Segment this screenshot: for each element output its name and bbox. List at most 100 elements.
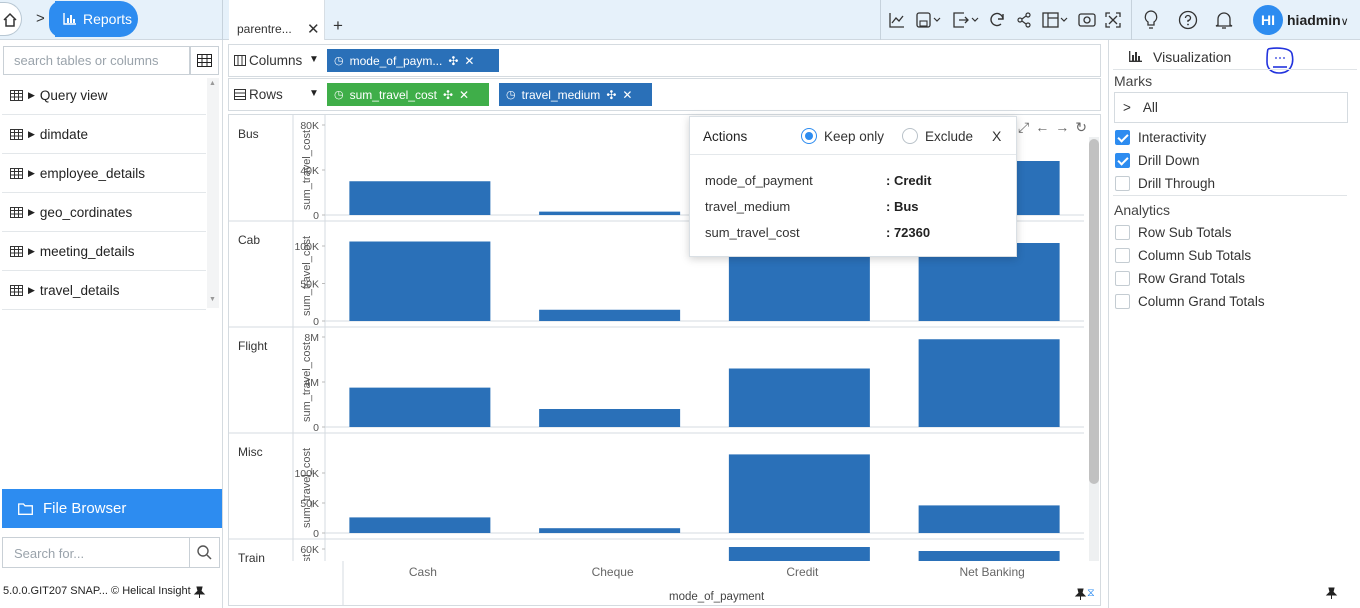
brand-text: © Helical Insight bbox=[111, 585, 191, 597]
row-header-label: Misc bbox=[238, 445, 263, 459]
table-item[interactable]: ▶ dimdate bbox=[2, 115, 206, 154]
file-browser-button[interactable]: File Browser bbox=[2, 489, 222, 528]
add-tab-icon[interactable]: + bbox=[333, 16, 343, 36]
chart-scroll-thumb[interactable] bbox=[1089, 139, 1099, 484]
help-icon[interactable] bbox=[1178, 10, 1198, 30]
table-icon bbox=[10, 245, 23, 257]
chart-type-icon[interactable] bbox=[889, 10, 905, 30]
move-icon[interactable]: ✣ bbox=[606, 88, 616, 102]
pin-icon[interactable] bbox=[1074, 588, 1087, 601]
popup-value: : 72360 bbox=[886, 225, 931, 240]
y-tick-label: 50K bbox=[300, 498, 319, 510]
caret-down-icon[interactable]: ▼ bbox=[309, 88, 319, 99]
line-chart-icon[interactable]: ⤢ bbox=[1018, 119, 1029, 136]
chart-icon bbox=[63, 13, 76, 25]
bar bbox=[349, 241, 491, 321]
row-sub-totals-checkbox[interactable] bbox=[1115, 225, 1130, 240]
move-icon[interactable]: ✣ bbox=[443, 88, 453, 102]
tab-report[interactable]: parentre... ✕ bbox=[229, 0, 325, 40]
table-item[interactable]: ▶ travel_details bbox=[2, 271, 206, 310]
chevron-right-icon: > bbox=[1123, 100, 1131, 115]
pin-icon[interactable] bbox=[1325, 587, 1338, 600]
divider bbox=[1113, 195, 1347, 196]
drill-through-checkbox[interactable] bbox=[1115, 176, 1130, 191]
y-tick-label: 40K bbox=[300, 165, 319, 177]
popup-header: Actions Keep only Exclude X bbox=[690, 117, 1016, 155]
lightbulb-icon[interactable] bbox=[1143, 10, 1159, 30]
search-icon bbox=[197, 545, 212, 560]
search-for-input[interactable]: Search for... bbox=[2, 537, 190, 568]
row-grand-totals-checkbox[interactable] bbox=[1115, 271, 1130, 286]
avatar[interactable]: HI bbox=[1253, 5, 1283, 35]
option-label[interactable]: Drill Down bbox=[1138, 153, 1200, 168]
search-tables-input[interactable]: search tables or columns bbox=[3, 46, 190, 75]
column-grand-totals-checkbox[interactable] bbox=[1115, 294, 1130, 309]
back-arrow-icon[interactable]: ← bbox=[1035, 119, 1049, 136]
marks-label: Marks bbox=[1114, 73, 1153, 89]
popup-key: mode_of_payment bbox=[705, 173, 813, 188]
chevron-down-icon: ∨ bbox=[1340, 16, 1349, 28]
analytics-option-label[interactable]: Row Grand Totals bbox=[1138, 271, 1245, 286]
table-item[interactable]: ▶ Query view bbox=[2, 76, 206, 115]
keep-only-label[interactable]: Keep only bbox=[824, 129, 884, 144]
bar bbox=[539, 528, 681, 533]
marks-all-row[interactable]: > All bbox=[1114, 92, 1348, 123]
chip-label: travel_medium bbox=[521, 87, 601, 102]
search-button[interactable] bbox=[189, 537, 220, 568]
caret-down-icon[interactable]: ▼ bbox=[309, 54, 319, 65]
refresh-icon[interactable] bbox=[988, 10, 1006, 30]
table-item[interactable]: ▶ meeting_details bbox=[2, 232, 206, 271]
remove-icon[interactable]: ✕ bbox=[464, 54, 474, 68]
table-icon bbox=[10, 284, 23, 296]
column-chip-mode-of-payment[interactable]: ◷ mode_of_paym... ✣ ✕ bbox=[327, 49, 499, 72]
x-axis-title: mode_of_payment bbox=[669, 591, 765, 603]
drill-down-checkbox[interactable] bbox=[1115, 153, 1130, 168]
table-item[interactable]: ▶ geo_cordinates bbox=[2, 193, 206, 232]
bar bbox=[918, 551, 1060, 561]
reports-breadcrumb[interactable]: Reports bbox=[49, 1, 138, 37]
table-item[interactable]: ▶ employee_details bbox=[2, 154, 206, 193]
analytics-option-label[interactable]: Column Sub Totals bbox=[1138, 248, 1251, 263]
keep-only-radio[interactable] bbox=[801, 128, 817, 144]
tab-close-icon[interactable]: ✕ bbox=[307, 20, 320, 38]
home-button[interactable] bbox=[0, 2, 22, 36]
rows-shelf: Rows ▼ ◷ sum_travel_cost ✣ ✕ ◷ travel_me… bbox=[228, 78, 1101, 111]
export-icon[interactable] bbox=[953, 10, 981, 30]
row-chip-sum-travel-cost[interactable]: ◷ sum_travel_cost ✣ ✕ bbox=[327, 83, 489, 106]
scroll-down-icon[interactable]: ▼ bbox=[209, 296, 216, 303]
exclude-label[interactable]: Exclude bbox=[925, 129, 973, 144]
table-list-scrollbar[interactable]: ▲ ▼ bbox=[207, 78, 219, 308]
marks-all-label: All bbox=[1142, 100, 1158, 115]
exclude-radio[interactable] bbox=[902, 128, 918, 144]
caret-right-icon: ▶ bbox=[28, 206, 35, 217]
option-label[interactable]: Drill Through bbox=[1138, 176, 1215, 191]
analytics-option-label[interactable]: Row Sub Totals bbox=[1138, 225, 1232, 240]
user-menu[interactable]: hiadmin∨ bbox=[1287, 12, 1349, 28]
remove-icon[interactable]: ✕ bbox=[459, 88, 469, 102]
option-label[interactable]: Interactivity bbox=[1138, 130, 1206, 145]
pin-icon[interactable] bbox=[193, 586, 206, 599]
share-icon[interactable] bbox=[1016, 10, 1032, 30]
layout-icon[interactable] bbox=[1042, 10, 1070, 30]
scroll-up-icon[interactable]: ▲ bbox=[209, 80, 216, 87]
row-chip-travel-medium[interactable]: ◷ travel_medium ✣ ✕ bbox=[499, 83, 652, 106]
forward-arrow-icon[interactable]: → bbox=[1055, 119, 1069, 136]
close-icon[interactable]: X bbox=[992, 128, 1001, 144]
column-sub-totals-checkbox[interactable] bbox=[1115, 248, 1130, 263]
interactivity-checkbox[interactable] bbox=[1115, 130, 1130, 145]
analytics-option-label[interactable]: Column Grand Totals bbox=[1138, 294, 1265, 309]
more-options-icon[interactable] bbox=[1263, 46, 1295, 76]
move-icon[interactable]: ✣ bbox=[448, 54, 458, 68]
table-name: dimdate bbox=[39, 126, 88, 142]
caret-right-icon: ▶ bbox=[28, 89, 35, 100]
fullscreen-icon[interactable] bbox=[1105, 10, 1121, 30]
bar bbox=[918, 339, 1060, 427]
preview-icon[interactable] bbox=[1078, 10, 1096, 30]
table-view-button[interactable] bbox=[190, 46, 219, 75]
bar bbox=[918, 505, 1060, 533]
notification-bell-icon[interactable] bbox=[1215, 10, 1233, 30]
remove-icon[interactable]: ✕ bbox=[622, 88, 632, 102]
row-header-label: Cab bbox=[238, 233, 260, 247]
reset-icon[interactable]: ↻ bbox=[1075, 119, 1087, 136]
save-icon[interactable] bbox=[916, 10, 942, 30]
